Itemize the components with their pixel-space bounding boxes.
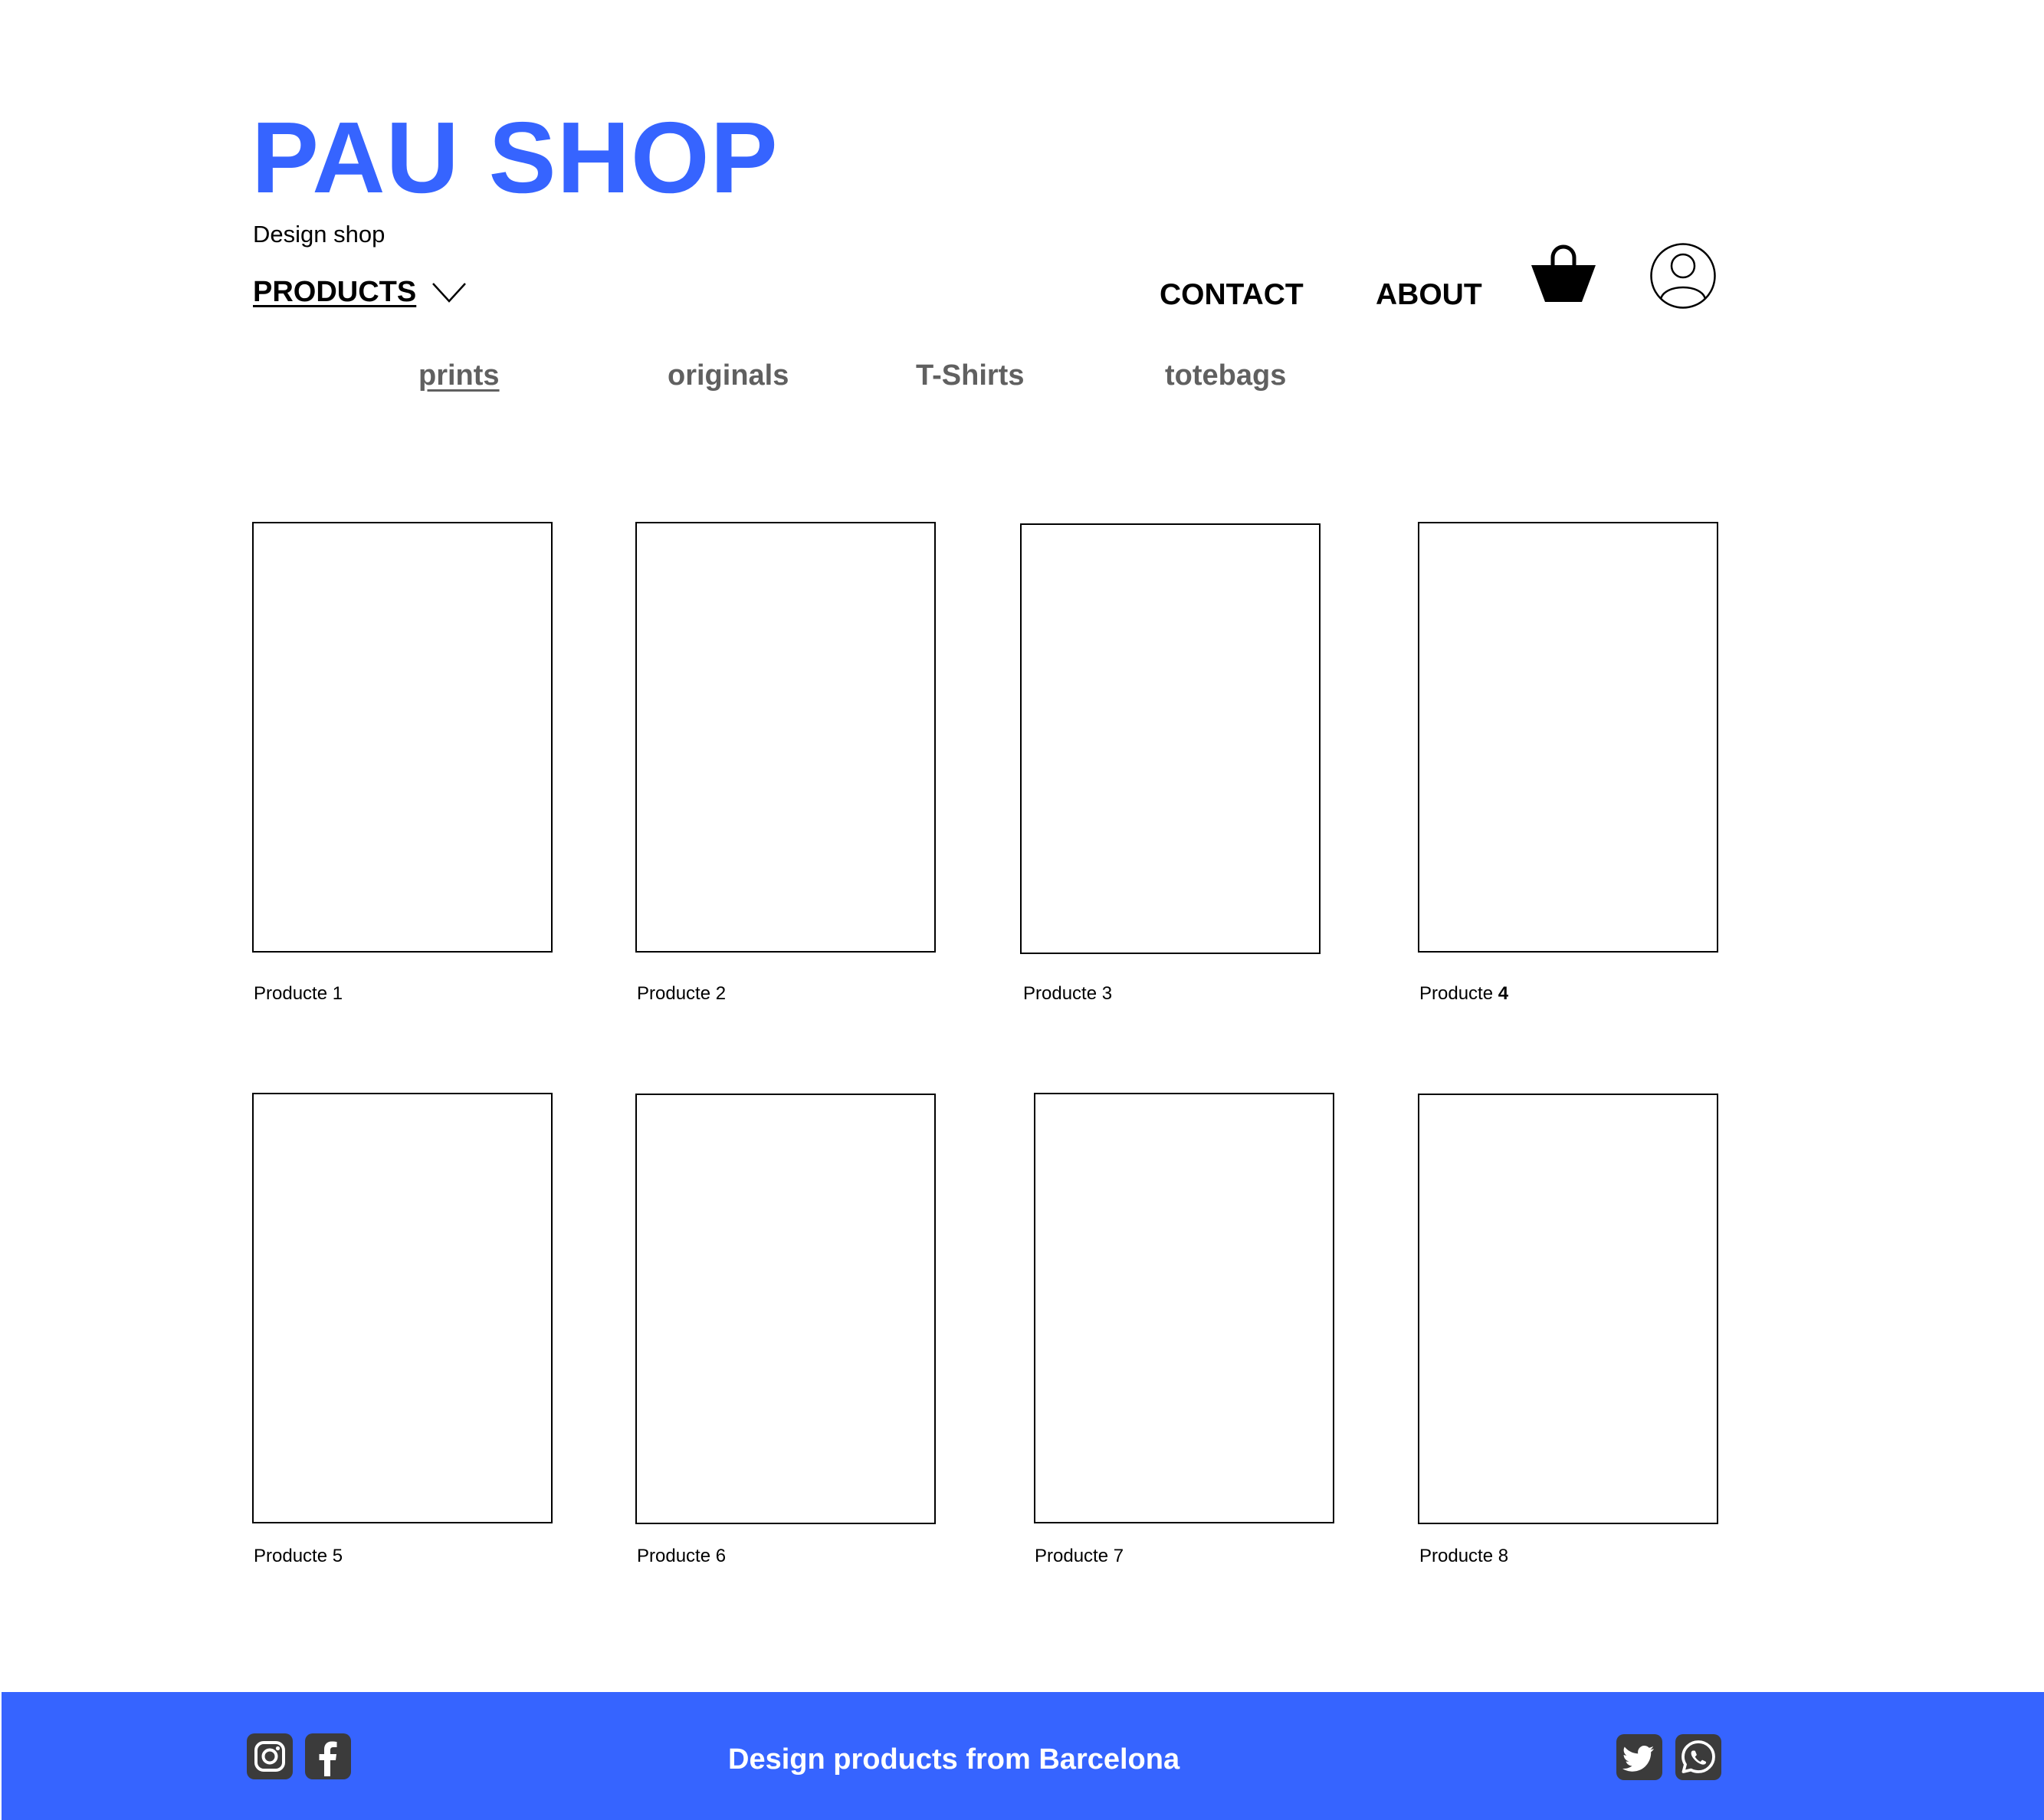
- product-label-number: 4: [1498, 983, 1509, 1004]
- product-label-text: Producte: [254, 983, 328, 1004]
- product-label-text: Producte: [1023, 983, 1097, 1004]
- product-label-number: 7: [1113, 1546, 1124, 1566]
- product-label-number: 6: [715, 1546, 727, 1566]
- product-image-placeholder[interactable]: [1418, 522, 1718, 953]
- product-label[interactable]: Producte 6: [637, 1547, 726, 1566]
- subnav-totebags[interactable]: totebags: [1165, 361, 1286, 390]
- product-image-placeholder[interactable]: [1418, 1094, 1718, 1524]
- product-label-text: Producte: [1419, 983, 1494, 1004]
- product-image-placeholder[interactable]: [252, 1093, 553, 1523]
- product-label-number: 5: [332, 1546, 343, 1566]
- user-icon[interactable]: [1649, 242, 1717, 310]
- twitter-icon[interactable]: [1616, 1734, 1662, 1780]
- chevron-down-icon[interactable]: [431, 280, 467, 303]
- product-label-number: 1: [332, 983, 343, 1004]
- product-label[interactable]: Producte 3: [1023, 985, 1112, 1003]
- product-label-number: 2: [715, 983, 727, 1004]
- footer-tagline: Design products from Barcelona: [728, 1743, 1180, 1776]
- product-label[interactable]: Producte 2: [637, 985, 726, 1003]
- products-menu-label[interactable]: PRODUCTS: [253, 277, 416, 307]
- whatsapp-icon[interactable]: [1675, 1734, 1721, 1780]
- instagram-icon[interactable]: [247, 1733, 293, 1779]
- product-label[interactable]: Producte 4: [1419, 985, 1508, 1003]
- product-label[interactable]: Producte 7: [1035, 1547, 1124, 1566]
- product-image-placeholder[interactable]: [1020, 523, 1321, 954]
- subnav-originals[interactable]: originals: [668, 361, 789, 390]
- nav-about-link[interactable]: ABOUT: [1376, 280, 1482, 310]
- product-label-text: Producte: [254, 1546, 328, 1566]
- product-image-placeholder[interactable]: [635, 1094, 936, 1524]
- product-label-text: Producte: [1419, 1546, 1494, 1566]
- shopping-bag-icon[interactable]: [1530, 242, 1597, 305]
- product-image-placeholder[interactable]: [252, 522, 553, 953]
- product-label[interactable]: Producte 8: [1419, 1547, 1508, 1566]
- subnav-prints[interactable]: prints: [418, 361, 500, 390]
- product-label-text: Producte: [637, 1546, 711, 1566]
- product-label[interactable]: Producte 5: [254, 1547, 343, 1566]
- facebook-icon[interactable]: [305, 1733, 351, 1779]
- product-image-placeholder[interactable]: [635, 522, 936, 953]
- product-image-placeholder[interactable]: [1034, 1093, 1334, 1523]
- products-menu[interactable]: PRODUCTS: [253, 277, 467, 307]
- brand-logo-title[interactable]: PAU SHOP: [251, 107, 779, 208]
- nav-contact-link[interactable]: CONTACT: [1160, 280, 1304, 310]
- product-label-number: 3: [1101, 983, 1113, 1004]
- product-label-number: 8: [1498, 1546, 1509, 1566]
- product-label-text: Producte: [637, 983, 711, 1004]
- tagline: Design shop: [253, 221, 386, 248]
- product-label[interactable]: Producte 1: [254, 985, 343, 1003]
- subnav-tshirts[interactable]: T-Shirts: [916, 361, 1024, 390]
- product-label-text: Producte: [1035, 1546, 1109, 1566]
